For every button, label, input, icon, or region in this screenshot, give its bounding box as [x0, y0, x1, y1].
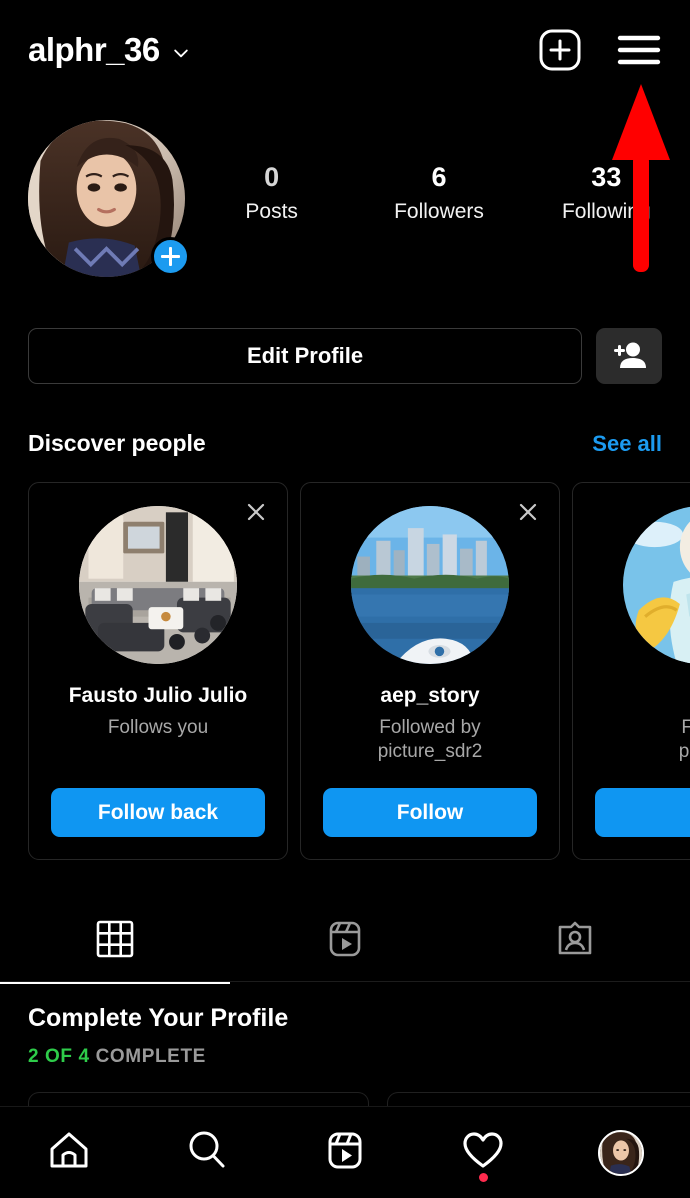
top-header: alphr_36: [0, 0, 690, 100]
profile-avatar-wrap[interactable]: [28, 120, 188, 280]
discover-card[interactable]: F Follo pictur Fo: [572, 482, 690, 860]
discover-people-title: Discover people: [28, 430, 206, 457]
nav-activity[interactable]: [414, 1107, 552, 1198]
discover-people-header: Discover people See all: [0, 430, 690, 457]
reels-icon: [325, 919, 365, 964]
tagged-icon: [555, 919, 595, 964]
bottom-navigation-bar: [0, 1106, 690, 1198]
discover-people-toggle-button[interactable]: [596, 328, 662, 384]
discover-card-subtitle: Followed by picture_sdr2: [368, 716, 493, 764]
tab-grid[interactable]: [0, 898, 230, 984]
reels-icon: [323, 1128, 367, 1177]
profile-stats: 0 Posts 6 Followers 33 Following: [188, 120, 690, 224]
stat-followers-value: 6: [355, 162, 522, 193]
complete-profile-count: 2 OF 4: [28, 1046, 90, 1067]
discover-card[interactable]: aep_story Followed by picture_sdr2 Follo…: [300, 482, 560, 860]
nav-profile[interactable]: [552, 1107, 690, 1198]
follow-back-button[interactable]: Follow back: [51, 788, 265, 837]
complete-profile-title: Complete Your Profile: [28, 1004, 662, 1033]
discover-card[interactable]: Fausto Julio Julio Follows you Follow ba…: [28, 482, 288, 860]
profile-username[interactable]: alphr_36: [28, 31, 160, 69]
discover-card-name: aep_story: [372, 684, 487, 708]
discover-card-subtitle: Follows you: [98, 716, 218, 740]
heart-icon: [461, 1128, 505, 1177]
profile-summary-row: 0 Posts 6 Followers 33 Following: [0, 120, 690, 280]
tab-reels[interactable]: [230, 898, 460, 984]
close-icon[interactable]: [243, 499, 269, 525]
instagram-profile-screen: alphr_36: [0, 0, 690, 1198]
add-story-plus-icon[interactable]: [151, 237, 190, 276]
home-icon: [47, 1128, 91, 1177]
discover-card-subtitle: Follo pictur: [669, 716, 690, 764]
stat-posts[interactable]: 0 Posts: [188, 162, 355, 224]
see-all-link[interactable]: See all: [592, 431, 662, 457]
follow-button[interactable]: Follow: [323, 788, 537, 837]
stat-following-value: 33: [523, 162, 690, 193]
grid-icon: [95, 919, 135, 964]
edit-profile-button[interactable]: Edit Profile: [28, 328, 582, 384]
discover-people-carousel[interactable]: Fausto Julio Julio Follows you Follow ba…: [28, 482, 690, 862]
nav-reels[interactable]: [276, 1107, 414, 1198]
hamburger-menu-icon[interactable]: [616, 32, 662, 68]
add-person-icon: [612, 340, 646, 373]
close-icon[interactable]: [515, 499, 541, 525]
living-room-photo: [79, 506, 237, 664]
avatar-icon[interactable]: [598, 1130, 644, 1176]
cartoon-bird-photo: [623, 506, 690, 664]
stat-followers-label: Followers: [355, 200, 522, 224]
discover-card-name: Fausto Julio Julio: [61, 684, 256, 708]
complete-profile-progress: 2 OF 4 COMPLETE: [28, 1046, 662, 1068]
complete-profile-suffix: COMPLETE: [96, 1046, 206, 1067]
discover-card-subtitle-line1: Followed by: [379, 717, 480, 738]
activity-badge-dot: [479, 1173, 488, 1182]
discover-card-subtitle-line2: pictur: [679, 741, 690, 762]
chevron-down-icon[interactable]: [171, 43, 191, 63]
profile-content-tabs: [0, 898, 690, 984]
tab-tagged[interactable]: [460, 898, 690, 984]
profile-action-buttons: Edit Profile: [28, 328, 662, 384]
stat-posts-label: Posts: [188, 200, 355, 224]
city-skyline-photo: [351, 506, 509, 664]
stat-following[interactable]: 33 Following: [523, 162, 690, 224]
stat-followers[interactable]: 6 Followers: [355, 162, 522, 224]
search-icon: [185, 1128, 229, 1177]
nav-home[interactable]: [0, 1107, 138, 1198]
discover-card-subtitle-line2: picture_sdr2: [378, 741, 483, 762]
stat-following-label: Following: [523, 200, 690, 224]
complete-profile-section: Complete Your Profile 2 OF 4 COMPLETE: [28, 1004, 662, 1068]
discover-card-subtitle-line1: Follo: [681, 717, 690, 738]
follow-button[interactable]: Fo: [595, 788, 690, 837]
stat-posts-value: 0: [188, 162, 355, 193]
nav-search[interactable]: [138, 1107, 276, 1198]
plus-square-icon[interactable]: [538, 28, 582, 72]
tabs-divider: [0, 981, 690, 982]
